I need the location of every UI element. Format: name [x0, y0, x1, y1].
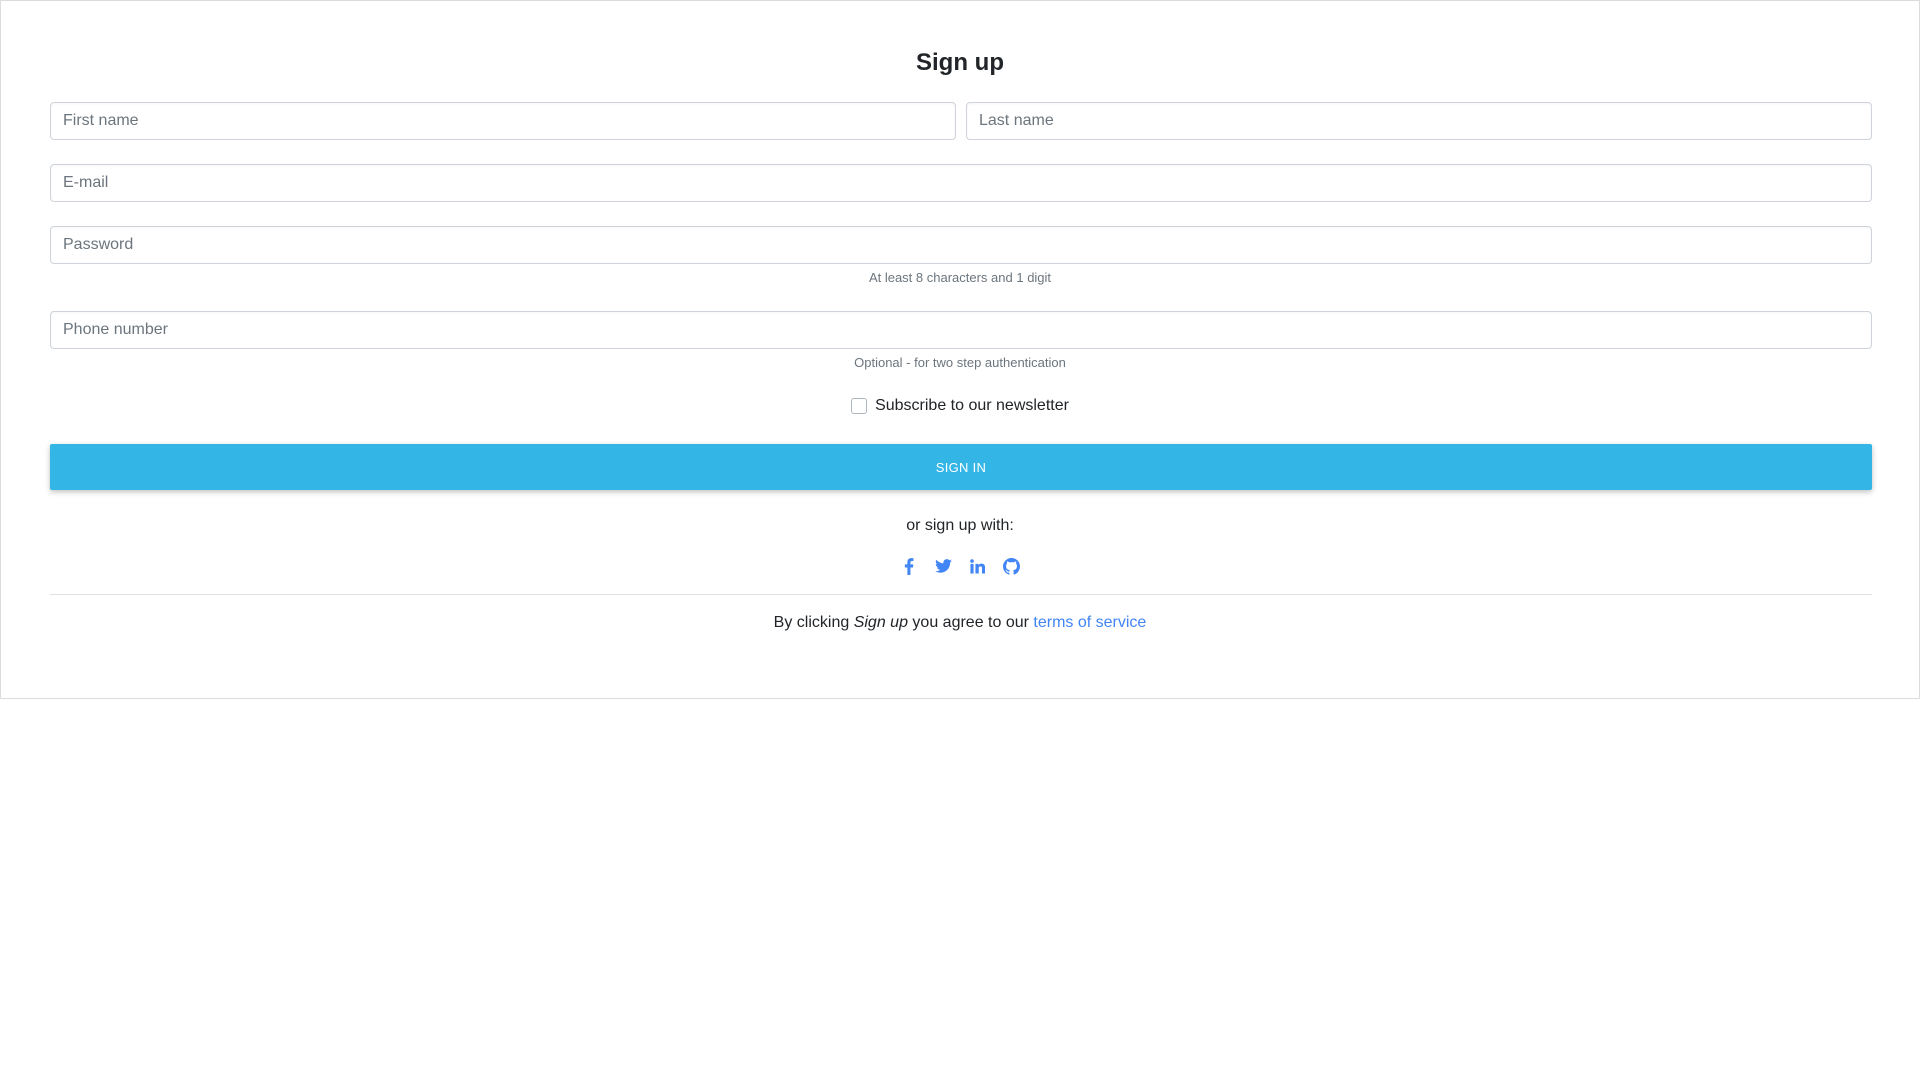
facebook-icon [904, 557, 914, 575]
newsletter-checkbox[interactable] [851, 398, 868, 414]
terms-of-service-link[interactable]: terms of service [1033, 614, 1146, 631]
last-name-input[interactable] [966, 102, 1872, 140]
linkedin-icon [969, 558, 985, 574]
linkedin-button[interactable] [968, 555, 986, 577]
sign-in-button[interactable]: Sign in [50, 444, 1872, 490]
twitter-button[interactable] [934, 555, 952, 577]
password-hint: At least 8 characters and 1 digit [868, 270, 1052, 285]
password-input[interactable] [50, 226, 1872, 264]
page-title: Sign up [916, 49, 1004, 76]
first-name-input[interactable] [50, 102, 956, 140]
facebook-button[interactable] [900, 555, 918, 577]
social-signup-label: or sign up with: [906, 517, 1014, 534]
terms-emphasis: Sign up [853, 614, 908, 631]
newsletter-row: Subscribe to our newsletter [1, 397, 1919, 415]
terms-middle: you agree to our [912, 614, 1029, 631]
github-button[interactable] [1002, 555, 1020, 577]
newsletter-label[interactable]: Subscribe to our newsletter [875, 397, 1069, 415]
github-icon [1002, 557, 1020, 575]
terms-prefix: By clicking [773, 614, 850, 631]
phone-input[interactable] [50, 311, 1872, 349]
terms-notice: By clicking Sign up you agree to our ter… [1, 613, 1919, 633]
social-buttons [1, 555, 1919, 577]
twitter-icon [934, 559, 952, 573]
email-input[interactable] [50, 164, 1872, 202]
divider [50, 594, 1872, 595]
phone-hint: Optional - for two step authentication [854, 355, 1066, 370]
signup-card: Sign up At least 8 characters and 1 digi… [0, 0, 1920, 699]
